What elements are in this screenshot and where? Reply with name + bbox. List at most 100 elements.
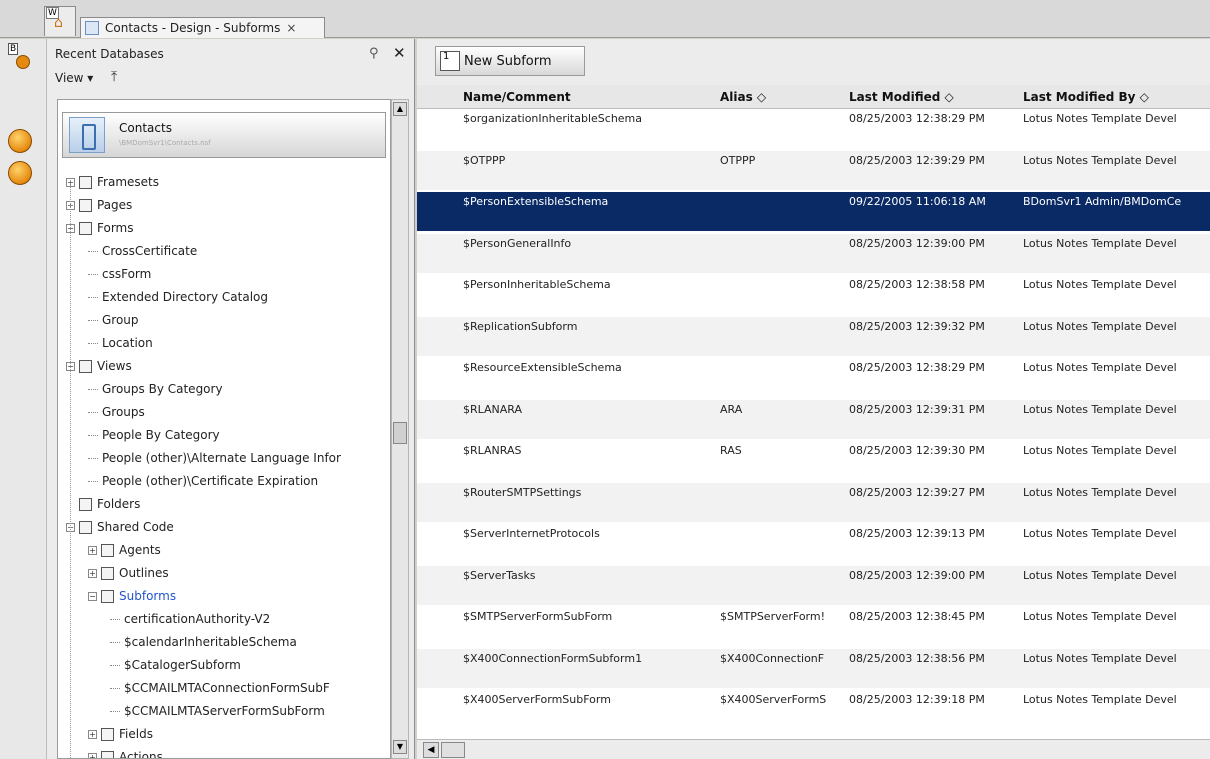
panel-close-icon[interactable]: ✕ <box>393 44 406 62</box>
form-icon <box>79 221 92 235</box>
table-row[interactable]: $RLANARA ARA 08/25/2003 12:39:31 PM Lotus N… <box>417 399 1210 439</box>
scroll-up-icon[interactable]: ▲ <box>393 102 407 116</box>
tree-item[interactable]: People (other)\Alternate Language Infor <box>88 448 341 468</box>
scroll-thumb[interactable] <box>393 422 407 444</box>
cell-name: $PersonExtensibleSchema <box>463 195 609 208</box>
column-name-comment[interactable]: Name/Comment <box>463 90 571 104</box>
expand-icon[interactable]: + <box>88 568 97 578</box>
cell-by: Lotus Notes Template Devel <box>1023 361 1177 374</box>
cell-name: $RLANARA <box>463 402 523 416</box>
new-subform-button[interactable]: 1 New Subform <box>435 46 585 76</box>
tree-item[interactable]: $CCMAILMTAConnectionFormSubF <box>110 678 330 698</box>
tree-item[interactable]: cssForm <box>88 264 151 284</box>
tree-item-label: Views <box>97 359 132 373</box>
table-row[interactable]: $ServerTasks 08/25/2003 12:39:00 PM Lotus … <box>417 565 1210 605</box>
tree-item-label: Outlines <box>119 566 169 580</box>
horizontal-scrollbar[interactable]: ◀ <box>417 739 1210 759</box>
tree-item[interactable]: Location <box>88 333 153 353</box>
tree-item[interactable]: People By Category <box>88 425 220 445</box>
expand-icon[interactable]: + <box>88 545 97 555</box>
cell-modified: 08/25/2003 12:38:29 PM <box>849 361 985 374</box>
subforms-view: 1 New Subform Name/Comment Alias ◇ Last … <box>417 39 1210 759</box>
action-bar: 1 New Subform <box>417 39 1210 85</box>
horizontal-scroll-thumb[interactable] <box>441 742 465 758</box>
collapse-icon[interactable]: − <box>88 591 97 601</box>
table-row[interactable]: $PersonGeneralInfo 08/25/2003 12:39:00 PM… <box>417 233 1210 273</box>
column-alias[interactable]: Alias ◇ <box>720 90 766 104</box>
tree-item[interactable]: Groups <box>88 402 145 422</box>
tree-item-label: Group <box>102 313 139 327</box>
column-last-modified-by[interactable]: Last Modified By ◇ <box>1023 90 1149 104</box>
tree-item[interactable]: $calendarInheritableSchema <box>110 632 297 652</box>
tree-item[interactable]: + Agents <box>88 540 161 560</box>
expand-icon[interactable]: + <box>88 752 97 758</box>
cell-modified: 08/25/2003 12:38:58 PM <box>849 278 985 291</box>
cell-by: Lotus Notes Template Devel <box>1023 112 1177 125</box>
tree-item[interactable]: + Actions <box>88 747 163 758</box>
table-row[interactable]: $PersonInheritableSchema 08/25/2003 12:38… <box>417 275 1210 314</box>
table-row[interactable]: $ServerInternetProtocols 08/25/2003 12:39… <box>417 524 1210 563</box>
cell-by: Lotus Notes Template Devel <box>1023 319 1177 333</box>
rail-bookmark-icon-1[interactable] <box>8 129 32 153</box>
tree-item[interactable]: $CCMAILMTAServerFormSubForm <box>110 701 325 721</box>
tree-item[interactable]: + Framesets <box>66 172 159 192</box>
table-row[interactable]: $RouterSMTPSettings 08/25/2003 12:39:27 P… <box>417 482 1210 522</box>
tree-item[interactable]: − Subforms <box>88 586 176 606</box>
tab-close-icon[interactable]: × <box>286 21 296 35</box>
tree-item-label: Groups By Category <box>102 382 223 396</box>
table-row[interactable]: $SMTPServerFormSubForm $SMTPServerForm! 08… <box>417 607 1210 646</box>
tree-item[interactable]: − Forms <box>66 218 133 238</box>
rail-bookmark-icon-2[interactable] <box>8 161 32 185</box>
tree-item[interactable]: Extended Directory Catalog <box>88 287 268 307</box>
tree-item[interactable]: − Views <box>66 356 132 376</box>
tree-item[interactable]: Group <box>88 310 139 330</box>
rail-database-button[interactable]: B <box>8 43 34 73</box>
tree-item[interactable]: + Pages <box>66 195 132 215</box>
table-row[interactable]: $ReplicationSubform 08/25/2003 12:39:32 P… <box>417 316 1210 356</box>
table-row[interactable]: $X400ConnectionFormSubform1 $X400Connecti… <box>417 648 1210 688</box>
cell-by: Lotus Notes Template Devel <box>1023 278 1177 291</box>
scroll-left-icon[interactable]: ◀ <box>423 742 439 758</box>
tree-item[interactable]: + Fields <box>88 724 153 744</box>
cell-name: $X400ServerFormSubForm <box>463 693 611 706</box>
table-row[interactable]: $ResourceExtensibleSchema 08/25/2003 12:3… <box>417 358 1210 397</box>
tree-item[interactable]: − Shared Code <box>66 517 174 537</box>
tree-item-label: certificationAuthority-V2 <box>124 612 271 626</box>
tree-item[interactable]: $CatalogerSubform <box>110 655 241 675</box>
database-card[interactable]: Contacts \BMDomSvr1\Contacts.nsf <box>62 112 386 158</box>
cell-name: $RouterSMTPSettings <box>463 485 582 499</box>
view-menu[interactable]: View ▾ <box>55 71 93 85</box>
tree-item[interactable]: CrossCertificate <box>88 241 197 261</box>
column-last-modified[interactable]: Last Modified ◇ <box>849 90 954 104</box>
tab-contacts-design-subforms[interactable]: Contacts - Design - Subforms × <box>80 17 325 38</box>
cell-by: BDomSvr1 Admin/BMDomCe <box>1023 195 1182 208</box>
cell-name: $PersonGeneralInfo <box>463 236 572 250</box>
table-row[interactable]: $X400ServerFormSubForm $X400ServerFormS 08… <box>417 690 1210 729</box>
scroll-down-icon[interactable]: ▼ <box>393 740 407 754</box>
up-folder-icon[interactable]: ⤒ <box>111 69 117 85</box>
pin-icon[interactable]: ⚲ <box>369 46 379 61</box>
tree-connector <box>88 342 98 344</box>
tree-item[interactable]: certificationAuthority-V2 <box>110 609 270 629</box>
expand-icon[interactable]: + <box>88 729 97 739</box>
page-icon <box>79 198 92 212</box>
tree-connector <box>88 434 98 436</box>
cell-by: Lotus Notes Template Devel <box>1023 693 1177 706</box>
tab-strip: W ⌂ Contacts - Design - Subforms × <box>0 0 1210 38</box>
tree-item[interactable]: People (other)\Certificate Expiration <box>88 471 318 491</box>
table-row[interactable]: $organizationInheritableSchema 08/25/2003… <box>417 109 1210 148</box>
new-subform-label: New Subform <box>464 53 552 69</box>
database-icon <box>85 21 99 35</box>
home-tab[interactable]: W ⌂ <box>44 6 76 36</box>
tree-item[interactable]: + Outlines <box>88 563 169 583</box>
cell-by: Lotus Notes Template Devel <box>1023 527 1177 540</box>
table-row[interactable]: $OTPPP OTPPP 08/25/2003 12:39:29 PM Lotus N… <box>417 150 1210 190</box>
table-row[interactable]: $RLANRAS RAS 08/25/2003 12:39:30 PM Lotus N… <box>417 441 1210 480</box>
tree-item[interactable]: Groups By Category <box>88 379 223 399</box>
table-row[interactable]: $PersonExtensibleSchema 09/22/2005 11:06:… <box>417 192 1210 231</box>
database-icon <box>69 117 105 153</box>
tree-item[interactable]: Folders <box>66 494 140 514</box>
tree-item-label: Fields <box>119 727 153 741</box>
tree-scrollbar[interactable]: ▲ ▼ <box>391 99 409 759</box>
tree-item-label: cssForm <box>102 267 152 281</box>
